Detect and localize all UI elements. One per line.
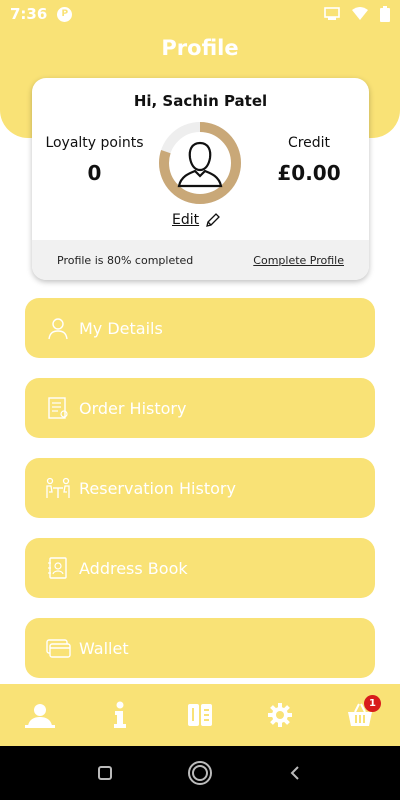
menu-book-icon bbox=[188, 704, 212, 726]
menu-my-details[interactable]: My Details bbox=[25, 298, 375, 358]
battery-icon bbox=[380, 6, 390, 22]
loyalty-points-value: 0 bbox=[87, 161, 102, 185]
profile-progress-ring bbox=[159, 122, 241, 204]
nav-basket[interactable]: 1 bbox=[330, 684, 390, 746]
greeting: Hi, Sachin Patel bbox=[133, 92, 268, 110]
user-outline-icon bbox=[45, 315, 71, 341]
menu-label: My Details bbox=[79, 318, 163, 338]
settings-icon bbox=[268, 703, 292, 727]
avatar[interactable] bbox=[157, 120, 243, 206]
status-time: 7:36 bbox=[10, 5, 48, 23]
person-silhouette-icon bbox=[177, 141, 223, 188]
menu-label: Address Book bbox=[79, 558, 188, 578]
system-navigation-bar bbox=[0, 746, 400, 800]
nav-settings[interactable] bbox=[250, 684, 310, 746]
home-circle-icon[interactable] bbox=[187, 760, 213, 786]
completion-text: Profile is 80% completed bbox=[57, 253, 194, 267]
edit-profile-link[interactable]: Edit bbox=[172, 212, 221, 228]
menu-label: Order History bbox=[79, 398, 187, 418]
menu-reservation-history[interactable]: Reservation History bbox=[25, 458, 375, 518]
cart-count-badge: 1 bbox=[364, 695, 381, 712]
back-arrow-icon[interactable] bbox=[287, 765, 303, 781]
menu-label: Reservation History bbox=[79, 478, 236, 498]
wallet-icon bbox=[45, 635, 71, 661]
nav-menu[interactable] bbox=[170, 684, 230, 746]
receipt-icon bbox=[45, 395, 71, 421]
profile-icon bbox=[28, 704, 52, 726]
nav-info[interactable] bbox=[90, 684, 150, 746]
recents-square-icon[interactable] bbox=[97, 765, 113, 781]
menu-order-history[interactable]: Order History bbox=[25, 378, 375, 438]
menu-wallet[interactable]: Wallet bbox=[25, 618, 375, 678]
loyalty-points-label: Loyalty points bbox=[45, 135, 144, 151]
status-icons bbox=[324, 6, 390, 22]
credit-label: Credit bbox=[287, 135, 331, 151]
table-reservation-icon bbox=[45, 475, 71, 501]
complete-profile-link[interactable]: Complete Profile bbox=[253, 254, 344, 267]
menu-label: Wallet bbox=[79, 638, 129, 658]
profile-card: Hi, Sachin Patel Loyalty points 0 Credit… bbox=[32, 78, 369, 280]
status-bar: 7:36 P bbox=[0, 0, 400, 28]
address-book-icon bbox=[45, 555, 71, 581]
profile-completion-bar: Profile is 80% completed Complete Profil… bbox=[32, 240, 369, 280]
page-title: Profile bbox=[161, 36, 239, 60]
pencil-icon bbox=[206, 213, 221, 227]
wifi-icon bbox=[352, 7, 368, 20]
cast-icon bbox=[324, 7, 340, 20]
edit-label: Edit bbox=[172, 212, 200, 228]
credit-value: £0.00 bbox=[277, 161, 341, 185]
app-notification-icon: P bbox=[57, 6, 73, 22]
info-icon bbox=[114, 701, 126, 728]
menu-address-book[interactable]: Address Book bbox=[25, 538, 375, 598]
bottom-navigation: 1 bbox=[0, 684, 400, 746]
nav-profile[interactable] bbox=[10, 684, 70, 746]
